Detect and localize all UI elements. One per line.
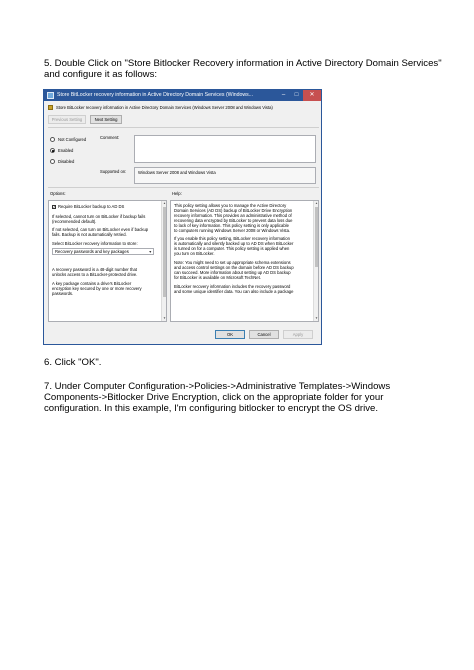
step-5-line-1: 5. Double Click on "Store Bitlocker Reco… [44, 58, 442, 69]
options-scrollbar[interactable]: ▲ ▼ [161, 201, 166, 321]
policy-dialog-screenshot: Store BitLocker recovery information in … [43, 89, 322, 345]
help-panel: This policy setting allows you to manage… [170, 200, 319, 322]
policy-header: Store BitLocker recovery information in … [48, 104, 318, 112]
step-7-line-1: 7. Under Computer Configuration->Policie… [44, 381, 391, 392]
help-scrollbar[interactable]: ▲ ▼ [313, 201, 318, 321]
scroll-up-icon[interactable]: ▲ [314, 201, 318, 206]
radio-not-configured-label: Not Configured [58, 137, 87, 142]
options-scroll-thumb[interactable] [163, 207, 166, 297]
options-label: Options: [50, 191, 66, 196]
supported-on-label: Supported on: [100, 169, 127, 174]
comment-field[interactable] [134, 135, 316, 163]
comment-label: Comment: [100, 135, 120, 140]
step-6-line: 6. Click "OK". [44, 357, 102, 368]
minimize-icon[interactable]: – [277, 90, 290, 101]
recovery-info-select[interactable]: Recovery passwords and key packages ▼ [52, 248, 154, 255]
step-7-paragraph: 7. Under Computer Configuration->Policie… [44, 381, 444, 414]
cancel-button[interactable]: Cancel [249, 330, 279, 339]
help-label: Help: [172, 191, 182, 196]
header-divider [48, 127, 319, 128]
maximize-icon[interactable]: □ [290, 90, 303, 101]
options-text-line: fails. Backup is not automatically retri… [52, 232, 127, 237]
options-text-line: (recommended default). [52, 219, 97, 224]
step-7-line-2: Components->Bitlocker Drive Encryption, … [44, 392, 384, 403]
dialog-title: Store BitLocker recovery information in … [57, 92, 254, 98]
help-text-line: you turn on BitLocker. [174, 251, 215, 256]
require-backup-checkbox[interactable]: ✓ [52, 205, 56, 209]
previous-setting-button[interactable]: Previous Setting [48, 115, 86, 124]
supported-on-value: Windows Server 2008 and Windows Vista [138, 170, 216, 175]
apply-button[interactable]: Apply [283, 330, 313, 339]
options-text-line: unlocks access to a BitLocker-protected … [52, 272, 138, 277]
scroll-down-icon[interactable]: ▼ [162, 316, 166, 321]
scroll-up-icon[interactable]: ▲ [162, 201, 166, 206]
policy-setting-icon [48, 105, 53, 110]
dialog-titlebar: Store BitLocker recovery information in … [44, 90, 321, 101]
step-7-line-3: configuration. In this example, I'm conf… [44, 403, 379, 414]
help-scroll-thumb[interactable] [315, 207, 318, 267]
help-text-line: for BitLocker is available on Microsoft … [174, 275, 261, 280]
next-setting-button[interactable]: Next Setting [90, 115, 122, 124]
scroll-down-icon[interactable]: ▼ [314, 316, 318, 321]
ok-button[interactable]: OK [215, 330, 245, 339]
help-text-line: to computers running Windows Server 2008… [174, 228, 291, 233]
step-5-paragraph: 5. Double Click on "Store Bitlocker Reco… [44, 58, 444, 80]
options-text-line: Select BitLocker recovery information to… [52, 241, 138, 246]
require-backup-label: Require BitLocker backup to AD DS [58, 204, 125, 209]
options-divider [48, 187, 319, 188]
supported-on-field: Windows Server 2008 and Windows Vista [134, 167, 316, 184]
radio-disabled-label: Disabled [58, 159, 75, 164]
options-panel: ✓ Require BitLocker backup to AD DS If s… [48, 200, 167, 322]
options-text-line: passwords. [52, 291, 74, 296]
policy-app-icon [47, 92, 54, 99]
recovery-info-select-value: Recovery passwords and key packages [55, 249, 129, 254]
step-6-paragraph: 6. Click "OK". [44, 357, 444, 368]
radio-enabled-label: Enabled [58, 148, 74, 153]
chevron-down-icon: ▼ [148, 250, 152, 254]
policy-name: Store BitLocker recovery information in … [56, 105, 273, 110]
close-icon[interactable]: ✕ [303, 90, 321, 101]
help-text-line: and some unique identifier data. You can… [174, 289, 294, 294]
step-5-line-2: and configure it as follows: [44, 69, 158, 80]
